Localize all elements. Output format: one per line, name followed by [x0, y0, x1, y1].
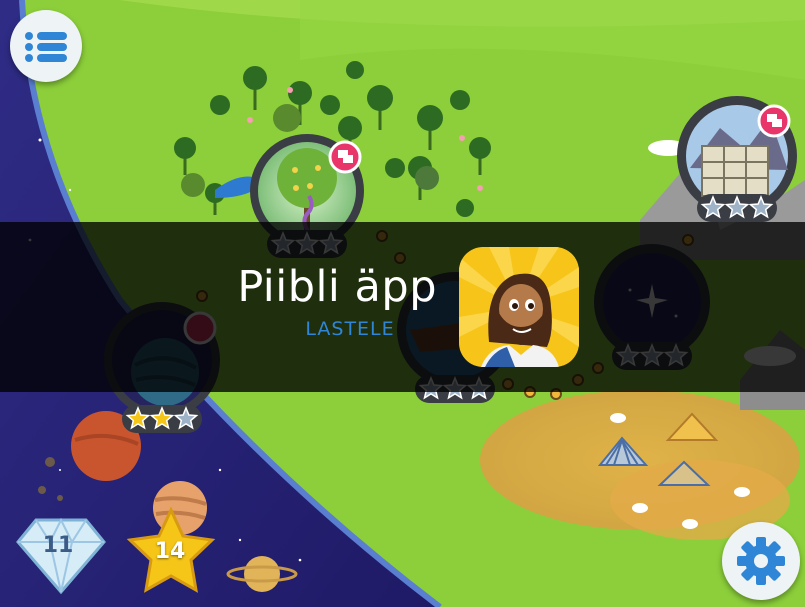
menu-icon [25, 32, 67, 62]
star-count: 14 [154, 539, 186, 564]
app-logo-icon[interactable] [459, 247, 579, 367]
settings-button[interactable] [722, 522, 800, 600]
app-title: Piibli äpp [237, 262, 437, 312]
app-subtitle: LASTELE [305, 318, 395, 340]
gem-count: 11 [42, 533, 74, 558]
menu-button[interactable] [10, 10, 82, 82]
gear-icon [737, 537, 785, 585]
level-node-tower [677, 96, 797, 216]
